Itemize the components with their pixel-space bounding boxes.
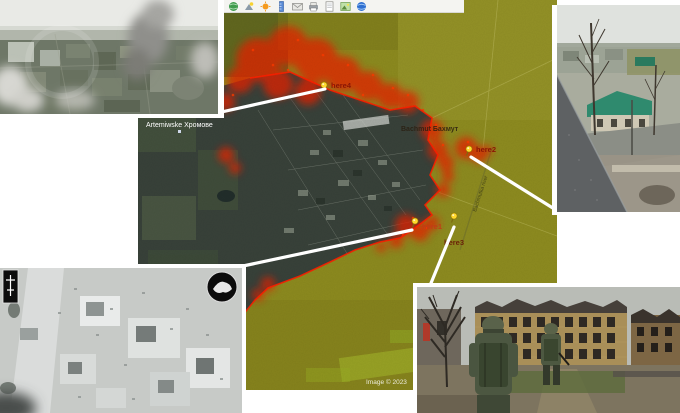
- sunlight-icon[interactable]: [260, 1, 271, 12]
- ruined-building-right: [631, 309, 680, 371]
- email-icon[interactable]: [292, 1, 303, 12]
- marker-label-here1: here1: [422, 222, 442, 231]
- map-attribution: Image © 2023: [366, 378, 407, 386]
- photo-drone-rubble: [0, 264, 246, 413]
- marker-label-here4: here4: [331, 81, 352, 90]
- marker-label-here3: here3: [444, 238, 464, 247]
- wall: [612, 165, 680, 172]
- place-marker-icon: [178, 130, 181, 133]
- map-toolbar: [224, 0, 464, 13]
- bushes: [639, 185, 675, 205]
- image-overlay-icon[interactable]: [340, 1, 351, 12]
- save-image-icon[interactable]: [324, 1, 335, 12]
- ruler-icon[interactable]: [276, 1, 287, 12]
- grass-patch: [505, 371, 625, 393]
- print-icon[interactable]: [308, 1, 319, 12]
- marker-label-here2: here2: [476, 145, 496, 154]
- add-placemark-icon[interactable]: [244, 1, 255, 12]
- collage-canvas: Artemiwske Хромове Bachmut Бахмут Bachmu…: [0, 0, 680, 413]
- unit-banner-emblem: [3, 270, 18, 303]
- place-label: Artemiwske Хромове: [146, 122, 213, 129]
- photo-rooftop-view: [552, 5, 680, 215]
- fence: [613, 371, 680, 377]
- dome-roof: [172, 76, 204, 100]
- overview-globe-icon[interactable]: [228, 1, 239, 12]
- photo-city-smoke-aerial: [0, 0, 224, 118]
- maps-globe-icon[interactable]: [356, 1, 367, 12]
- unit-round-emblem: [207, 272, 237, 302]
- city-label: Bachmut Бахмут: [401, 126, 459, 133]
- tree: [8, 302, 20, 318]
- photo-soldiers-ruins: [413, 283, 680, 413]
